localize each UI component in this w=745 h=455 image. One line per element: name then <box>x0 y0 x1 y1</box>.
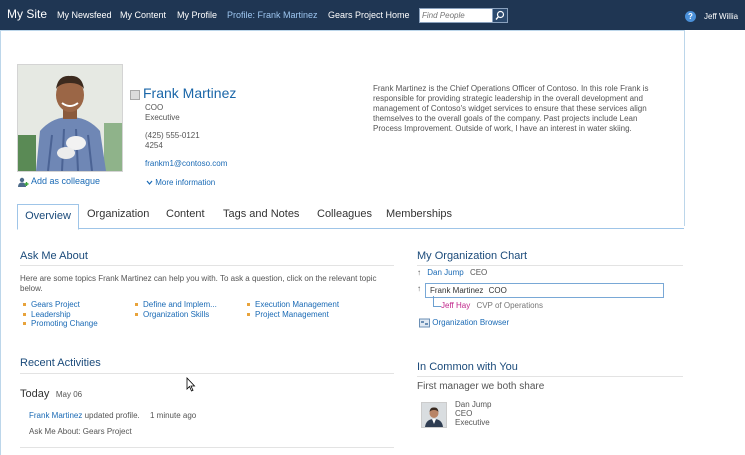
site-title[interactable]: My Site <box>7 7 47 21</box>
content-frame-right <box>684 30 685 226</box>
tab-content[interactable]: Content <box>166 208 205 220</box>
bullet-icon <box>23 303 26 307</box>
recent-activities-divider <box>20 373 394 374</box>
topic-label: Promoting Change <box>31 319 98 328</box>
org-manager-row: ↑ Dan Jump CEO <box>417 268 487 277</box>
org-chart-heading: My Organization Chart <box>417 250 528 262</box>
org-report-link[interactable]: Jeff Hay <box>441 301 470 310</box>
topic-project-management[interactable]: Project Management <box>247 310 329 319</box>
profile-phone: (425) 555-0121 <box>145 131 200 140</box>
bullet-icon <box>247 313 250 317</box>
common-manager-avatar <box>422 403 446 427</box>
profile-title: COO <box>145 103 164 112</box>
mouse-cursor-icon <box>186 377 196 392</box>
topic-gears-project[interactable]: Gears Project <box>23 300 80 309</box>
topic-label: Leadership <box>31 310 71 319</box>
activity-text: updated profile. <box>84 411 140 420</box>
org-manager-link[interactable]: Dan Jump <box>427 268 463 277</box>
org-report-row: Jeff Hay CVP of Operations <box>441 301 543 310</box>
org-self-title: COO <box>488 286 507 295</box>
topic-execution-management[interactable]: Execution Management <box>247 300 339 309</box>
chevron-down-icon <box>146 180 153 185</box>
activity-date: May 06 <box>55 390 83 399</box>
tab-organization[interactable]: Organization <box>87 208 149 220</box>
activity-bottom-divider <box>20 447 394 448</box>
ask-me-about-divider <box>20 265 394 266</box>
tab-colleagues[interactable]: Colleagues <box>317 208 372 220</box>
tab-tags-and-notes[interactable]: Tags and Notes <box>223 208 299 220</box>
activity-day-header: Today May 06 <box>20 388 82 400</box>
arrow-up-icon: ↑ <box>417 284 421 293</box>
bullet-icon <box>135 313 138 317</box>
profile-department: Executive <box>145 113 180 122</box>
add-person-icon <box>18 177 29 187</box>
bullet-icon <box>247 303 250 307</box>
in-common-divider <box>417 376 683 377</box>
profile-about-me: Frank Martinez is the Chief Operations O… <box>373 84 649 133</box>
common-manager-photo[interactable] <box>421 402 447 428</box>
profile-photo <box>17 64 123 172</box>
search-button[interactable] <box>492 9 507 22</box>
tab-overview[interactable]: Overview <box>17 204 79 230</box>
activity-person-link[interactable]: Frank Martinez <box>29 411 82 420</box>
content-frame-left <box>0 30 1 455</box>
nav-my-newsfeed[interactable]: My Newsfeed <box>57 10 112 20</box>
nav-my-content[interactable]: My Content <box>120 10 166 20</box>
topic-define-and-implement[interactable]: Define and Implem... <box>135 300 217 309</box>
ask-me-about-heading: Ask Me About <box>20 250 88 262</box>
org-browser-icon <box>419 318 430 328</box>
profile-email-link[interactable]: frankm1@contoso.com <box>145 159 227 168</box>
topic-label: Organization Skills <box>143 310 210 319</box>
recent-activities-heading: Recent Activities <box>20 357 101 369</box>
top-navigation-bar: My Site My Newsfeed My Content My Profil… <box>0 0 745 30</box>
topic-label: Gears Project <box>31 300 80 309</box>
common-manager-department: Executive <box>455 418 490 427</box>
profile-extension: 4254 <box>145 141 163 150</box>
more-information-label: More information <box>155 178 216 187</box>
in-common-subtitle: First manager we both share <box>417 381 545 392</box>
nav-my-profile[interactable]: My Profile <box>177 10 217 20</box>
organization-browser-link[interactable]: Organization Browser <box>419 318 509 328</box>
profile-name: Frank Martinez <box>143 85 237 101</box>
org-report-title: CVP of Operations <box>476 301 543 310</box>
topic-organization-skills[interactable]: Organization Skills <box>135 310 209 319</box>
nav-gears-project-home[interactable]: Gears Project Home <box>328 10 410 20</box>
org-connector <box>433 296 441 307</box>
topic-leadership[interactable]: Leadership <box>23 310 71 319</box>
bullet-icon <box>23 313 26 317</box>
activity-detail: Ask Me About: Gears Project <box>29 427 132 436</box>
user-menu[interactable]: Jeff Willia <box>704 12 738 21</box>
search-box <box>419 8 508 23</box>
help-icon[interactable]: ? <box>685 11 696 22</box>
profile-photo-image <box>18 65 122 171</box>
add-as-colleague-label: Add as colleague <box>31 176 101 186</box>
org-manager-title: CEO <box>469 268 488 277</box>
people-search-input[interactable] <box>422 9 488 21</box>
more-information-link[interactable]: More information <box>146 178 215 187</box>
topic-label: Project Management <box>255 310 329 319</box>
search-icon <box>495 10 505 20</box>
org-self-row: Frank Martinez COO <box>430 286 507 295</box>
topic-label: Execution Management <box>255 300 340 309</box>
activity-item: Frank Martinez updated profile. 1 minute… <box>29 411 196 421</box>
bullet-icon <box>23 322 26 326</box>
content-frame-top <box>0 30 685 31</box>
topic-promoting-change[interactable]: Promoting Change <box>23 319 98 328</box>
nav-profile-frank[interactable]: Profile: Frank Martinez <box>227 10 318 20</box>
activity-time: 1 minute ago <box>149 411 197 420</box>
add-as-colleague-link[interactable]: Add as colleague <box>18 176 100 187</box>
organization-browser-label: Organization Browser <box>432 318 510 328</box>
org-self-name: Frank Martinez <box>430 286 484 295</box>
topic-label: Define and Implem... <box>143 300 217 309</box>
tab-strip-underline <box>17 228 684 229</box>
arrow-up-icon: ↑ <box>417 268 421 277</box>
ask-me-about-intro: Here are some topics Frank Martinez can … <box>20 274 377 293</box>
presence-indicator-icon[interactable] <box>130 90 140 100</box>
bullet-icon <box>135 303 138 307</box>
org-chart-divider <box>417 265 683 266</box>
in-common-heading: In Common with You <box>417 361 518 373</box>
activity-day: Today <box>20 388 50 400</box>
tab-memberships[interactable]: Memberships <box>386 208 452 220</box>
